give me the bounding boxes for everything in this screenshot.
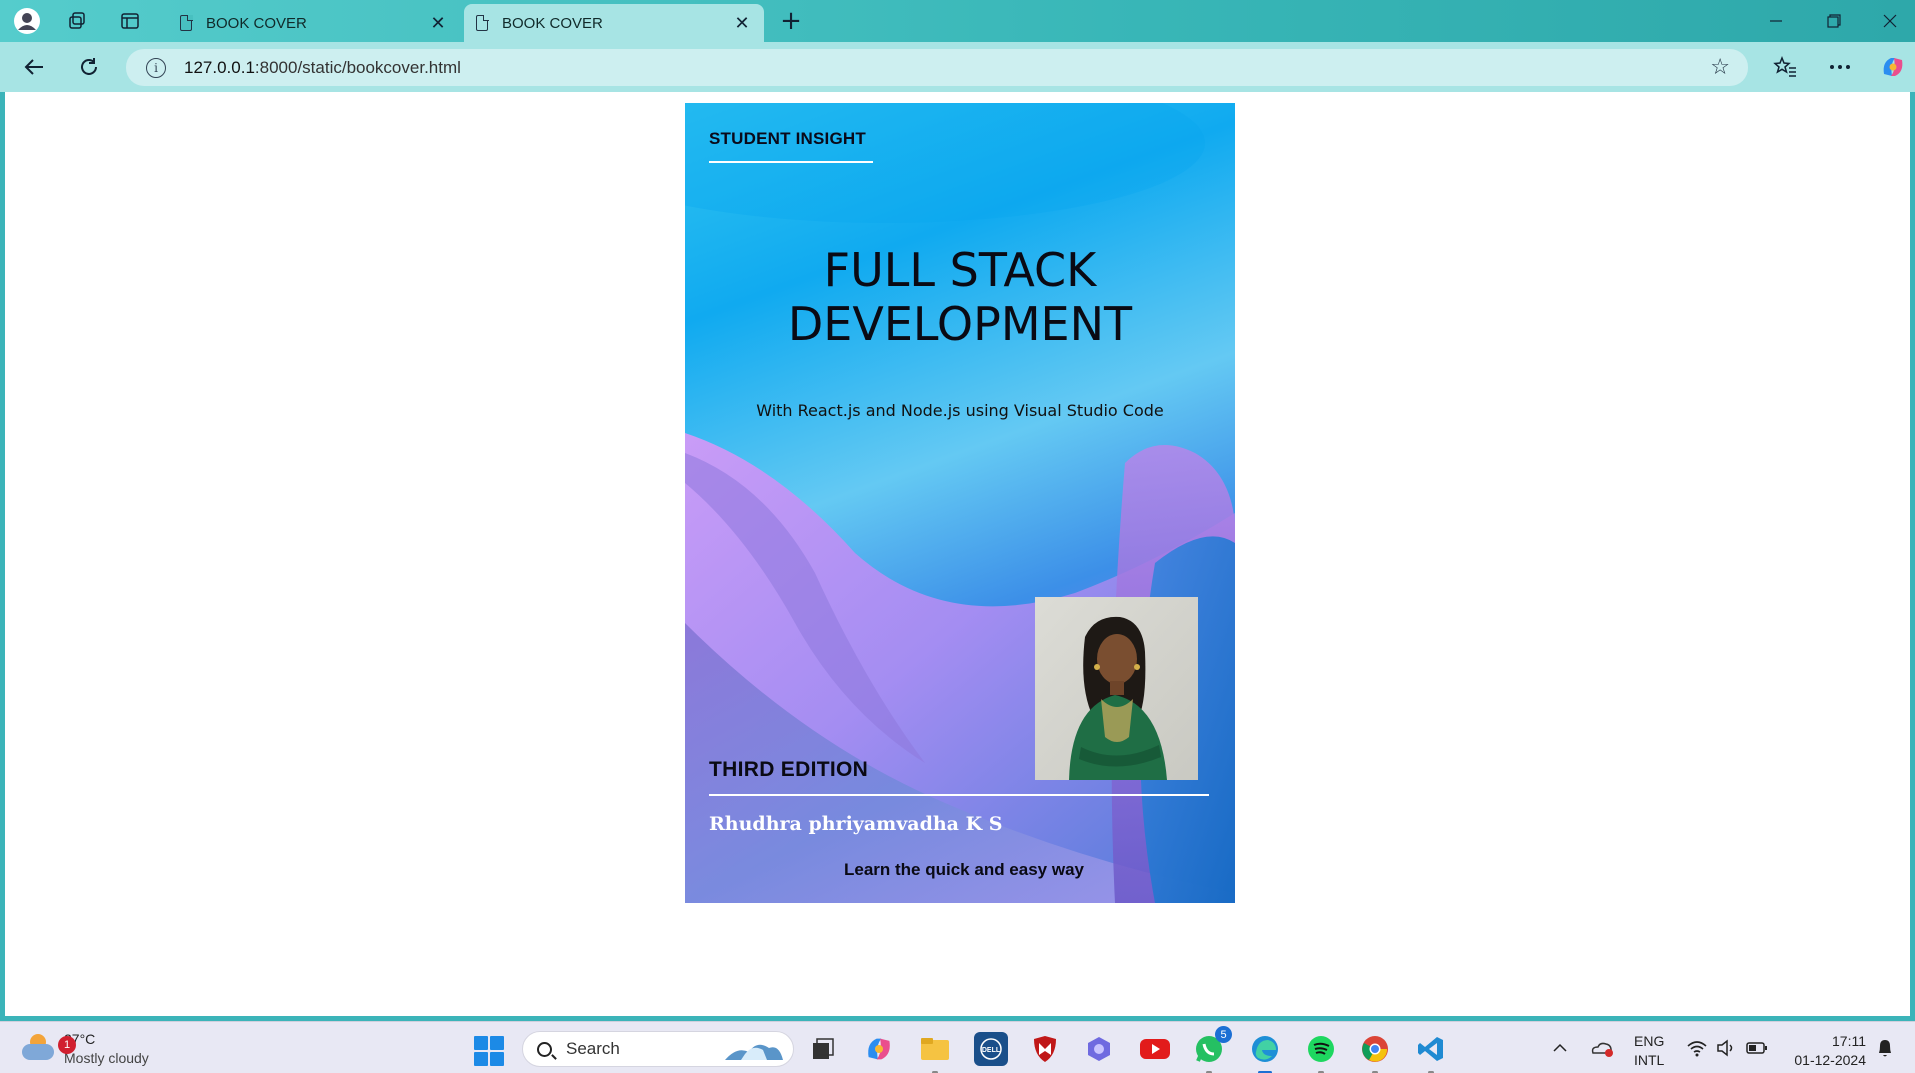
book-title-line-2: DEVELOPMENT <box>787 297 1133 351</box>
file-explorer-icon[interactable] <box>918 1032 952 1073</box>
battery-icon[interactable] <box>1746 1022 1768 1073</box>
cover-tagline: Learn the quick and easy way <box>844 860 1084 879</box>
system-clock[interactable]: 17:11 01-12-2024 <box>1788 1032 1866 1070</box>
site-info-icon[interactable]: i <box>146 57 166 78</box>
spotify-icon[interactable] <box>1304 1032 1338 1073</box>
tab-book-cover-2[interactable]: BOOK COVER ✕ <box>464 4 764 42</box>
document-icon <box>476 14 489 31</box>
whatsapp-badge: 5 <box>1215 1026 1232 1043</box>
input-language-indicator[interactable]: ENG INTL <box>1634 1032 1664 1070</box>
wifi-icon[interactable] <box>1686 1022 1708 1073</box>
favorites-icon[interactable] <box>1768 51 1802 83</box>
whatsapp-icon[interactable]: 5 <box>1192 1026 1232 1073</box>
windows-taskbar: 1 27°C Mostly cloudy Search DELL 5 ENG I… <box>0 1021 1915 1073</box>
search-highlight-art <box>725 1044 783 1060</box>
book-subtitle: With React.js and Node.js using Visual S… <box>756 401 1164 420</box>
series-label: STUDENT INSIGHT <box>709 129 866 148</box>
copilot-app-icon[interactable] <box>862 1032 896 1066</box>
restore-button[interactable] <box>1806 4 1862 38</box>
author-name: Rhudhra phriyamvadha K S <box>709 813 1003 835</box>
copilot-icon[interactable] <box>1876 51 1910 83</box>
start-button[interactable] <box>474 1036 504 1066</box>
refresh-button[interactable] <box>72 51 106 83</box>
weather-widget[interactable]: 1 27°C Mostly cloudy <box>20 1030 149 1068</box>
vscode-icon[interactable] <box>1414 1032 1448 1073</box>
notifications-bell-icon[interactable] <box>1876 1022 1894 1073</box>
weather-condition: Mostly cloudy <box>64 1050 149 1066</box>
edition-label: THIRD EDITION <box>709 758 869 781</box>
edition-divider <box>709 794 1209 796</box>
task-view-icon[interactable] <box>806 1032 840 1066</box>
url-text[interactable]: 127.0.0.1:8000/static/bookcover.html <box>184 58 461 78</box>
youtube-icon[interactable] <box>1138 1032 1172 1066</box>
cloudy-weather-icon <box>20 1034 54 1060</box>
book-cover: STUDENT INSIGHT FULL STACK DEVELOPMENT W… <box>685 103 1235 903</box>
edge-browser-icon[interactable] <box>1248 1032 1282 1073</box>
back-button[interactable] <box>17 51 51 83</box>
tab-label: BOOK COVER <box>206 14 307 32</box>
weather-notification-badge: 1 <box>58 1036 76 1054</box>
book-title-line-1: FULL STACK <box>823 243 1097 297</box>
copilot-hex-icon[interactable] <box>1082 1032 1116 1066</box>
workspaces-icon[interactable] <box>62 6 92 36</box>
address-bar[interactable]: i 127.0.0.1:8000/static/bookcover.html ☆ <box>126 49 1748 86</box>
cover-background-waves <box>685 103 1235 903</box>
close-tab-icon[interactable]: ✕ <box>424 13 452 34</box>
navigation-toolbar: i 127.0.0.1:8000/static/bookcover.html ☆ <box>0 42 1915 92</box>
close-window-button[interactable] <box>1862 4 1915 38</box>
tab-book-cover-1[interactable]: BOOK COVER ✕ <box>168 4 460 42</box>
taskbar-search[interactable]: Search <box>522 1031 794 1067</box>
clock-time: 17:11 <box>1832 1033 1866 1049</box>
series-underline <box>709 161 873 163</box>
profile-icon[interactable] <box>12 6 42 36</box>
document-icon <box>180 14 193 31</box>
minimize-button[interactable] <box>1748 4 1804 38</box>
volume-icon[interactable] <box>1716 1022 1736 1073</box>
dell-app-icon[interactable]: DELL <box>974 1032 1008 1066</box>
tab-strip: BOOK COVER ✕ BOOK COVER ✕ + <box>0 0 1915 42</box>
page-viewport: STUDENT INSIGHT FULL STACK DEVELOPMENT W… <box>5 92 1910 1016</box>
book-title: FULL STACK DEVELOPMENT <box>685 243 1235 351</box>
tab-label: BOOK COVER <box>502 14 603 32</box>
new-tab-button[interactable]: + <box>776 6 806 36</box>
show-hidden-icons-chevron-icon[interactable] <box>1552 1022 1568 1073</box>
more-menu-icon[interactable] <box>1823 51 1857 83</box>
weather-temperature: 27°C <box>64 1031 96 1047</box>
author-photo <box>1035 597 1198 780</box>
vertical-tabs-icon[interactable] <box>115 6 145 36</box>
clock-date: 01-12-2024 <box>1794 1052 1866 1068</box>
chrome-icon[interactable] <box>1358 1032 1392 1073</box>
close-tab-icon[interactable]: ✕ <box>728 13 756 34</box>
svg-text:DELL: DELL <box>982 1047 1001 1054</box>
onedrive-status-icon[interactable] <box>1590 1022 1614 1073</box>
search-icon <box>537 1041 552 1057</box>
mcafee-icon[interactable] <box>1028 1032 1062 1066</box>
favorite-star-icon[interactable]: ☆ <box>1710 55 1730 80</box>
search-label: Search <box>566 1039 620 1058</box>
